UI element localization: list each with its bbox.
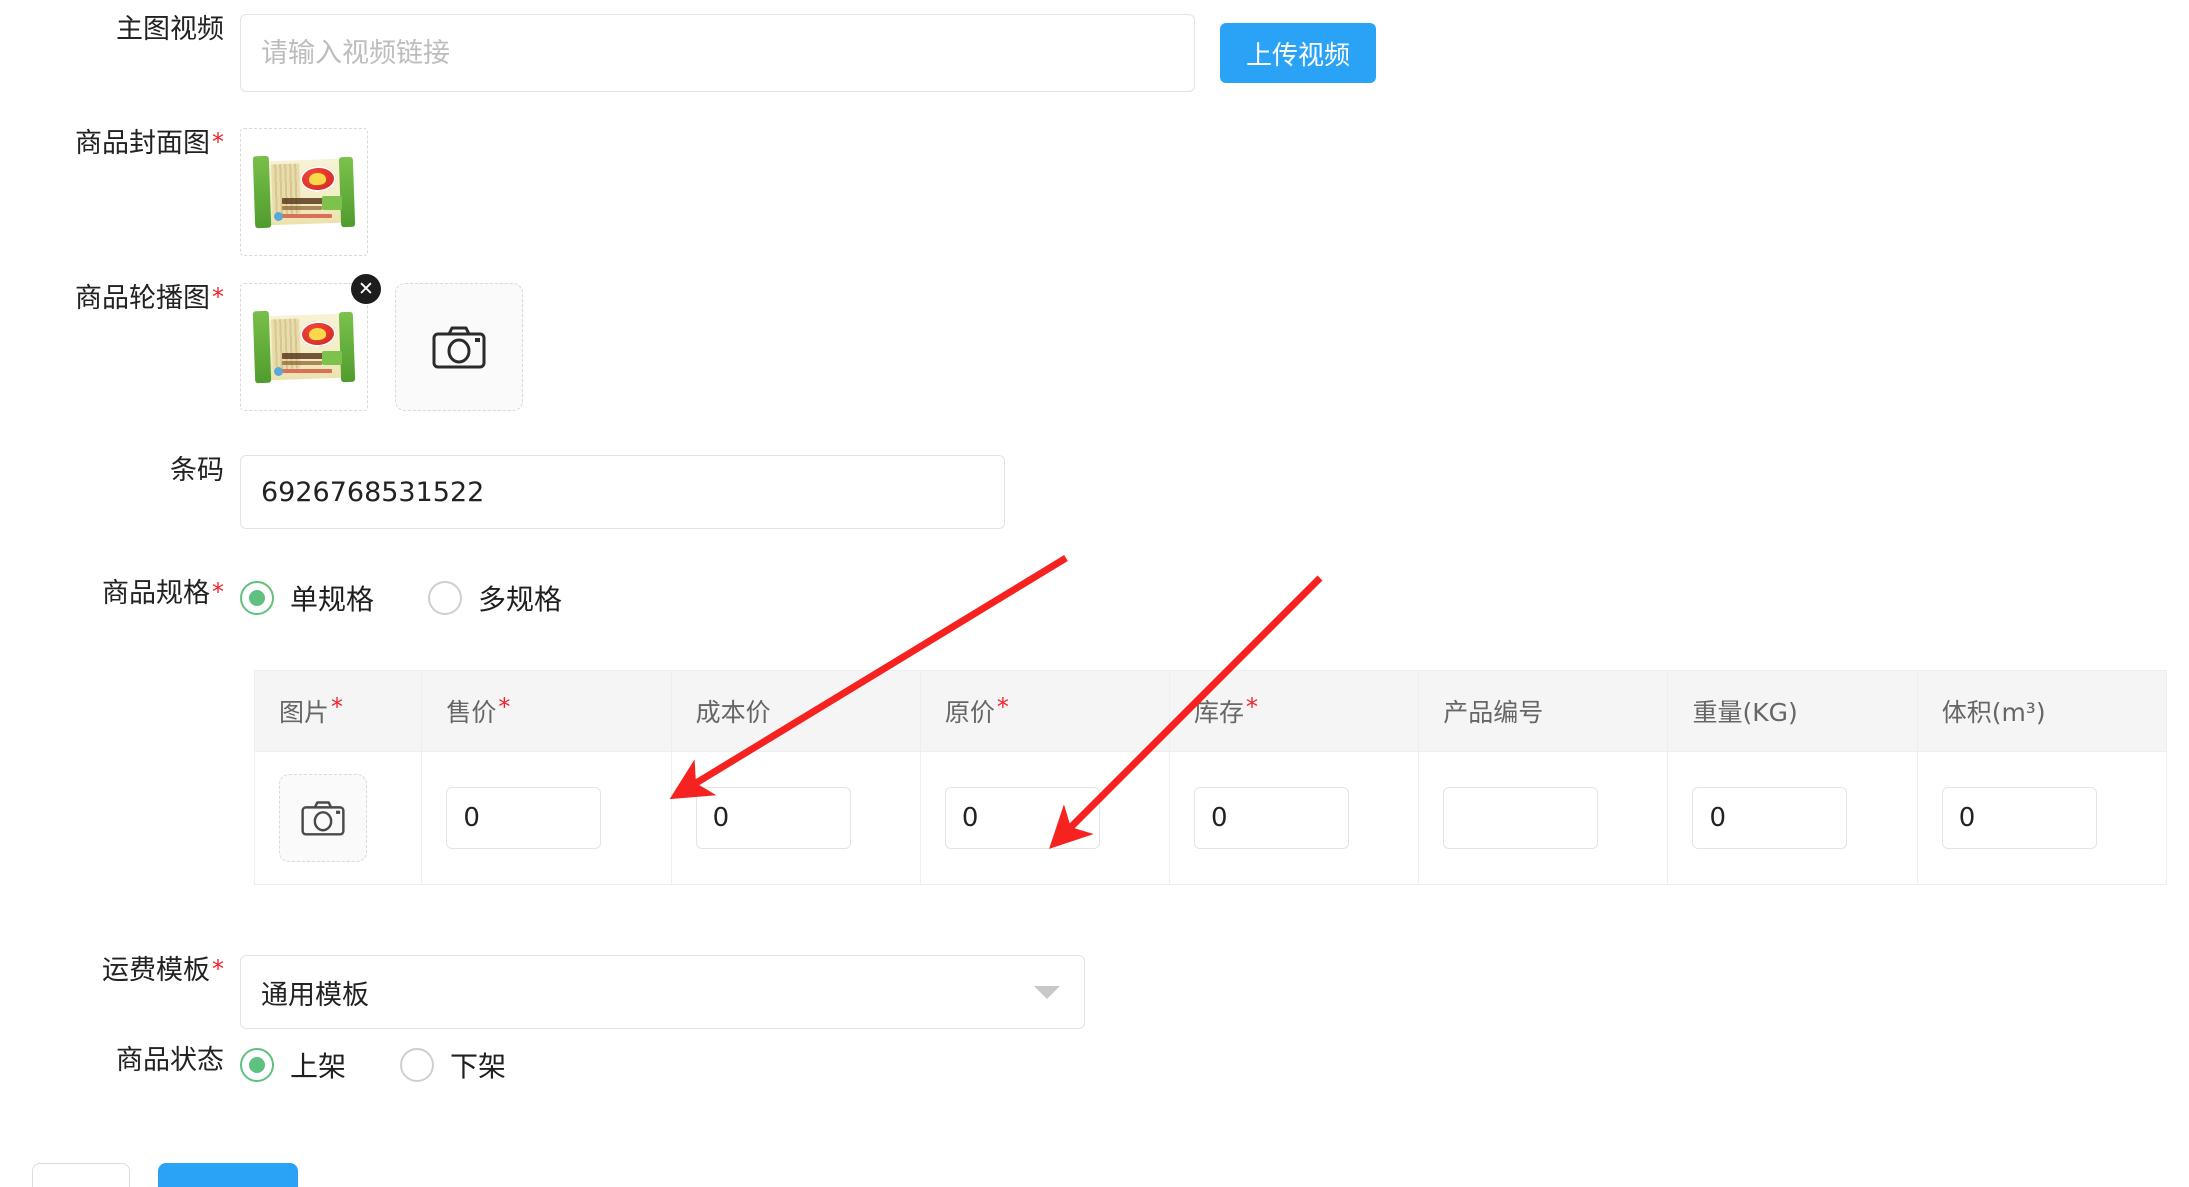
carousel-image-thumbnail[interactable]: ✕: [240, 274, 381, 411]
chevron-down-icon: [1034, 985, 1060, 999]
radio-off-shelf[interactable]: 下架: [400, 1045, 506, 1085]
field-row-cover-image: 商品封面图*: [0, 128, 368, 256]
radio-dot-icon: [428, 581, 463, 615]
field-row-product-spec: 商品规格* 单规格 多规格: [0, 578, 616, 618]
cost-price-input[interactable]: [695, 787, 851, 849]
required-star: *: [996, 693, 1009, 721]
add-spec-image-button[interactable]: [279, 774, 367, 862]
submit-button[interactable]: [158, 1163, 298, 1187]
radio-label-single-spec: 单规格: [290, 583, 375, 616]
camera-icon: [432, 326, 486, 369]
spec-table-body: [254, 751, 2167, 885]
main-video-input[interactable]: [240, 14, 1195, 92]
column-header-cost-price: 成本价: [671, 670, 921, 752]
radio-single-spec[interactable]: 单规格: [240, 578, 374, 618]
product-code-input[interactable]: [1443, 787, 1599, 849]
cell-cost-price: [671, 751, 921, 885]
column-header-product-code: 产品编号: [1418, 670, 1669, 752]
weight-input[interactable]: [1692, 787, 1848, 849]
close-icon[interactable]: ✕: [351, 274, 381, 304]
cover-image-thumbnail[interactable]: [240, 128, 368, 256]
product-edit-form: 主图视频 上传视频 商品封面图* 商品轮播图* ✕: [0, 0, 2189, 1187]
column-header-original-price: 原价*: [920, 670, 1171, 752]
column-header-price: 售价*: [421, 670, 672, 752]
cell-volume: [1917, 752, 2166, 885]
required-star: *: [212, 128, 224, 156]
column-header-weight: 重量(KG): [1667, 670, 1918, 752]
column-header-stock: 库存*: [1169, 670, 1420, 752]
carousel-image-list: ✕: [240, 274, 523, 411]
column-header-image: 图片*: [254, 670, 423, 752]
radio-label-off-shelf: 下架: [450, 1050, 507, 1083]
stock-input[interactable]: [1194, 787, 1350, 849]
required-star: *: [212, 578, 224, 606]
radio-dot-selected-icon: [240, 581, 274, 615]
barcode-input[interactable]: [240, 455, 1005, 529]
cell-stock: [1169, 751, 1420, 885]
required-star: *: [1246, 693, 1259, 721]
camera-icon: [301, 801, 345, 836]
radio-multi-spec[interactable]: 多规格: [428, 578, 562, 618]
biscuit-package-image: [252, 309, 356, 385]
field-row-product-status: 商品状态 上架 下架: [0, 1045, 560, 1085]
original-price-input[interactable]: [944, 787, 1100, 849]
radio-dot-icon: [400, 1048, 435, 1082]
cell-weight: [1667, 751, 1918, 885]
field-row-freight-template: 运费模板* 通用模板: [0, 955, 1085, 1029]
cover-image-preview: [252, 154, 356, 230]
form-footer: [32, 1163, 298, 1187]
field-row-barcode: 条码: [0, 455, 1005, 529]
biscuit-package-image: [252, 154, 356, 230]
column-header-volume: 体积(m³): [1917, 670, 2167, 752]
required-star: *: [212, 955, 224, 983]
required-star: *: [498, 693, 511, 721]
freight-template-value: 通用模板: [261, 979, 369, 1011]
label-product-status: 商品状态: [116, 1045, 224, 1076]
radio-on-shelf[interactable]: 上架: [240, 1045, 346, 1085]
radio-label-on-shelf: 上架: [290, 1050, 347, 1083]
cell-original-price: [920, 751, 1171, 885]
cell-image: [254, 751, 423, 885]
cell-price: [421, 751, 672, 885]
cell-product-code: [1418, 751, 1669, 885]
spec-table-header-row: 图片* 售价* 成本价 原价* 库存* 产品编号 重量(KG) 体积(m³): [254, 670, 2167, 752]
required-star: *: [331, 693, 344, 721]
field-row-carousel-image: 商品轮播图* ✕: [0, 274, 523, 411]
product-spec-radio-group: 单规格 多规格: [240, 578, 616, 618]
table-row: [254, 751, 2167, 885]
label-carousel-image: 商品轮播图*: [75, 283, 224, 314]
spec-table-head: 图片* 售价* 成本价 原价* 库存* 产品编号 重量(KG) 体积(m³): [254, 670, 2167, 752]
label-barcode: 条码: [170, 455, 224, 486]
label-cover-image: 商品封面图*: [75, 128, 224, 159]
volume-input[interactable]: [1941, 787, 2097, 849]
radio-label-multi-spec: 多规格: [478, 583, 563, 616]
label-main-video: 主图视频: [116, 14, 224, 45]
required-star: *: [212, 283, 224, 311]
field-row-main-video: 主图视频 上传视频: [0, 14, 1377, 92]
price-input[interactable]: [446, 787, 602, 849]
add-carousel-image-button[interactable]: [395, 283, 523, 411]
upload-video-button[interactable]: 上传视频: [1220, 23, 1377, 83]
product-status-radio-group: 上架 下架: [240, 1045, 560, 1085]
cancel-button[interactable]: [32, 1163, 130, 1187]
radio-dot-selected-icon: [240, 1048, 274, 1082]
label-product-spec: 商品规格*: [102, 578, 224, 609]
spec-table: 图片* 售价* 成本价 原价* 库存* 产品编号 重量(KG) 体积(m³): [254, 670, 2167, 885]
carousel-image-preview: [252, 309, 356, 385]
label-freight-template: 运费模板*: [102, 955, 224, 986]
freight-template-select[interactable]: 通用模板: [240, 955, 1085, 1029]
